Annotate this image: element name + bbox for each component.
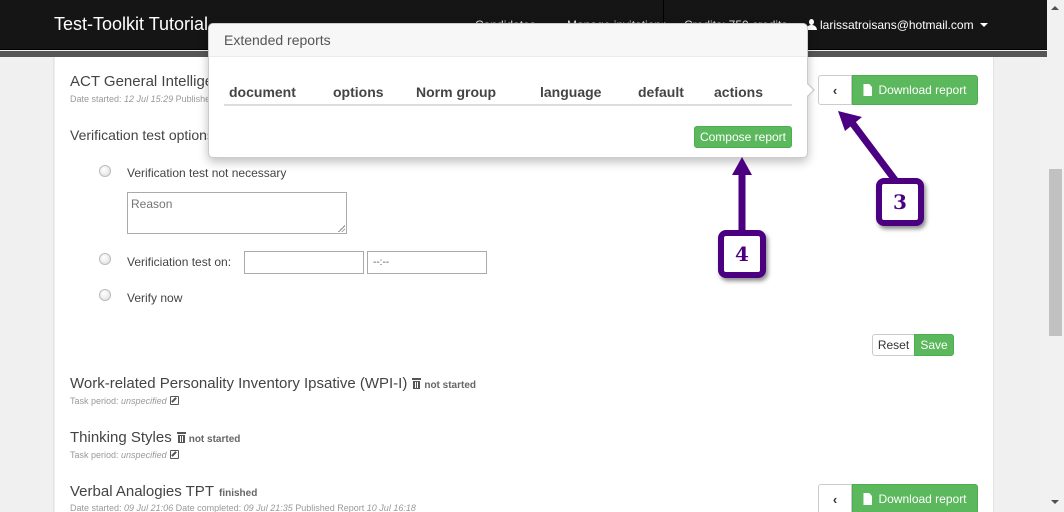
- annotation-arrows: [732, 111, 899, 230]
- annotation-callout-3: 3: [876, 178, 924, 226]
- arrow-3: [838, 111, 899, 184]
- scroll-thumb[interactable]: [1049, 169, 1062, 336]
- scroll-down-arrow-icon[interactable]: [1051, 500, 1059, 504]
- arrow-4: [732, 157, 752, 230]
- annotation-callout-4: 4: [718, 230, 766, 278]
- vertical-scrollbar[interactable]: [1047, 0, 1064, 512]
- scroll-up-arrow-icon[interactable]: [1051, 6, 1059, 10]
